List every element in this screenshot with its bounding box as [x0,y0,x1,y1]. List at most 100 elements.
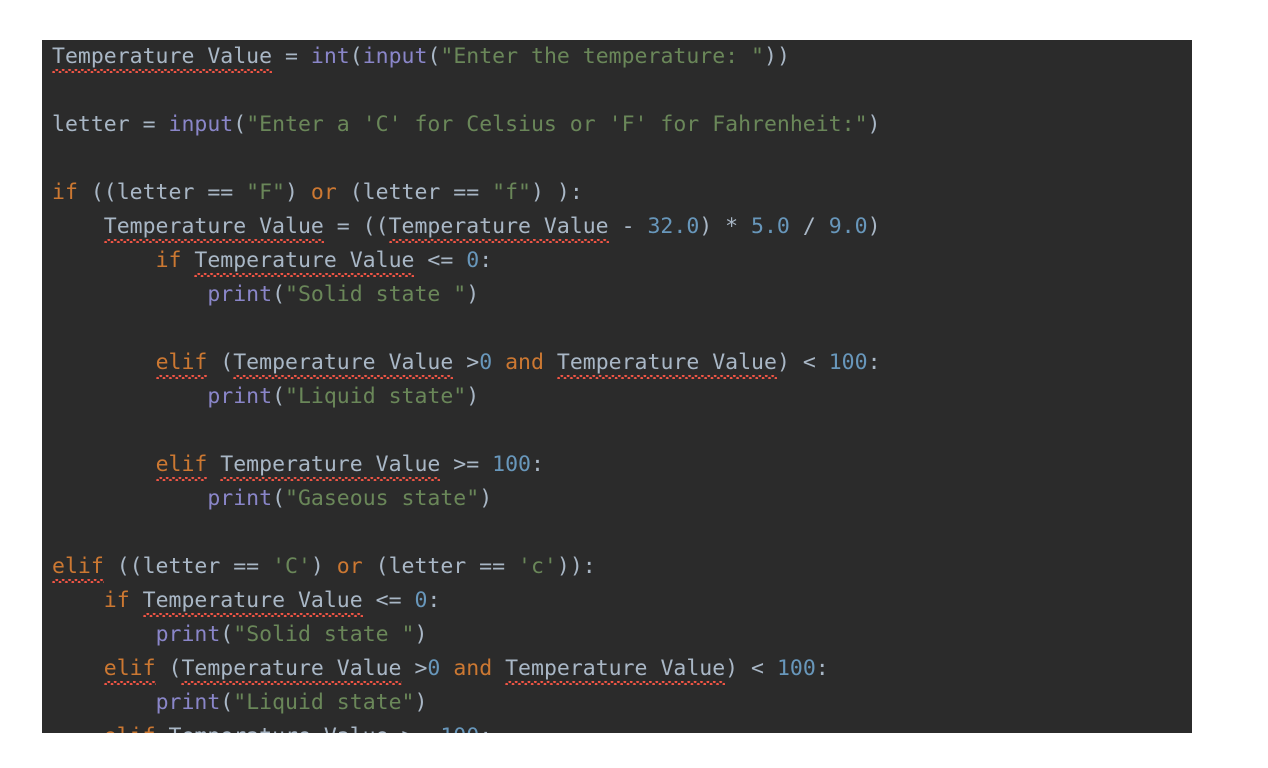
code-line-blank[interactable] [42,74,1192,108]
code-token: ( [272,486,286,511]
code-token: ( [427,44,441,69]
code-token: "Solid state " [285,282,467,307]
code-line[interactable]: print("Solid state ") [42,278,1192,312]
code-line-blank[interactable] [42,142,1192,176]
code-line-blank[interactable] [42,516,1192,550]
code-token: 100 [776,656,816,681]
code-token: print [155,690,221,715]
code-token: ) [479,486,493,511]
code-token: ( [272,282,286,307]
code-token: >= [389,724,441,733]
code-token: ) < [725,656,777,681]
code-token: : [427,588,441,613]
code-line[interactable]: elif Temperature Value >= 100: [42,720,1192,733]
spellcheck-token: Temperature Value [233,346,454,380]
spellcheck-token: Temperature Value [142,584,363,618]
spellcheck-token: Temperature Value [181,652,402,686]
code-editor-panel[interactable]: Temperature Value = int(input("Enter the… [42,40,1192,733]
spellcheck-token: elif [155,346,207,380]
spellcheck-token: elif [155,448,207,482]
code-token: "Solid state " [233,622,415,647]
code-token: 9.0 [828,214,868,239]
code-token: 0 [414,588,428,613]
code-line-list: Temperature Value = int(input("Enter the… [42,40,1192,733]
spellcheck-token: Temperature Value [194,244,415,278]
code-token: "Gaseous state" [285,486,480,511]
code-token: 100 [492,452,531,477]
code-token: ) [310,554,337,579]
code-line[interactable]: if Temperature Value <= 0: [42,244,1192,278]
code-token: 'C' [272,554,311,579]
code-token: "Enter the temperature: " [440,44,764,69]
code-line[interactable]: elif Temperature Value >= 100: [42,448,1192,482]
code-token: "F" [246,180,286,205]
code-line[interactable]: if Temperature Value <= 0: [42,584,1192,618]
code-token: (letter == [362,554,519,579]
code-token: "Enter a 'C' for Celsius or 'F' for Fahr… [246,112,868,137]
code-line[interactable]: if ((letter == "F") or (letter == "f") )… [42,176,1192,210]
code-token: if [103,588,130,613]
code-token: )): [556,554,596,579]
code-token: or [310,180,337,205]
code-line[interactable]: Temperature Value = int(input("Enter the… [42,40,1192,74]
code-line-blank[interactable] [42,414,1192,448]
code-token: = (( [323,214,389,239]
code-token: and [505,350,544,375]
code-line[interactable]: elif (Temperature Value >0 and Temperatu… [42,346,1192,380]
code-token: int [310,44,350,69]
code-token: if [155,248,182,273]
code-token: 100 [440,724,479,733]
code-token: 0 [466,248,480,273]
code-token: ( [155,656,182,681]
code-token: ( [349,44,363,69]
code-token: input [362,44,428,69]
spellcheck-token: Temperature Value [169,720,389,733]
code-token: = [129,112,169,137]
code-line[interactable]: letter = input("Enter a 'C' for Celsius … [42,108,1192,142]
code-line[interactable]: elif ((letter == 'C') or (letter == 'c')… [42,550,1192,584]
code-token: ) [414,690,428,715]
spellcheck-token: elif [104,720,156,733]
code-token: <= [414,248,467,273]
code-token: >= [440,452,493,477]
code-token: : [815,656,829,681]
code-token: "Liquid state" [285,384,467,409]
code-line[interactable]: print("Solid state ") [42,618,1192,652]
code-token: print [207,384,273,409]
code-token: print [155,622,221,647]
code-token: <= [362,588,415,613]
code-token: 100 [828,350,868,375]
code-token: > [453,350,480,375]
spellcheck-token: Temperature Value [388,210,609,244]
code-token: / [789,214,829,239]
code-line-blank[interactable] [42,312,1192,346]
code-line[interactable]: print("Liquid state") [42,686,1192,720]
code-token: ( [207,350,234,375]
code-token: input [168,112,234,137]
code-token: and [453,656,493,681]
code-token: "Liquid state" [233,690,415,715]
spellcheck-token: Temperature Value [52,40,273,74]
code-token: ) [466,282,480,307]
spellcheck-token: Temperature Value [220,448,441,482]
code-token: ) < [776,350,829,375]
code-line[interactable]: elif (Temperature Value >0 and Temperatu… [42,652,1192,686]
code-token: (letter == [336,180,493,205]
code-line[interactable]: print("Liquid state") [42,380,1192,414]
code-line[interactable]: Temperature Value = ((Temperature Value … [42,210,1192,244]
code-line[interactable]: print("Gaseous state") [42,482,1192,516]
page-root: Temperature Value = int(input("Enter the… [0,0,1268,768]
code-token: ) ): [530,180,583,205]
code-token: : [479,724,492,733]
code-token: : [530,452,544,477]
code-token: ((letter == [77,180,247,205]
code-token: 5.0 [751,214,790,239]
spellcheck-token: elif [103,652,156,686]
code-token: = [272,44,311,69]
